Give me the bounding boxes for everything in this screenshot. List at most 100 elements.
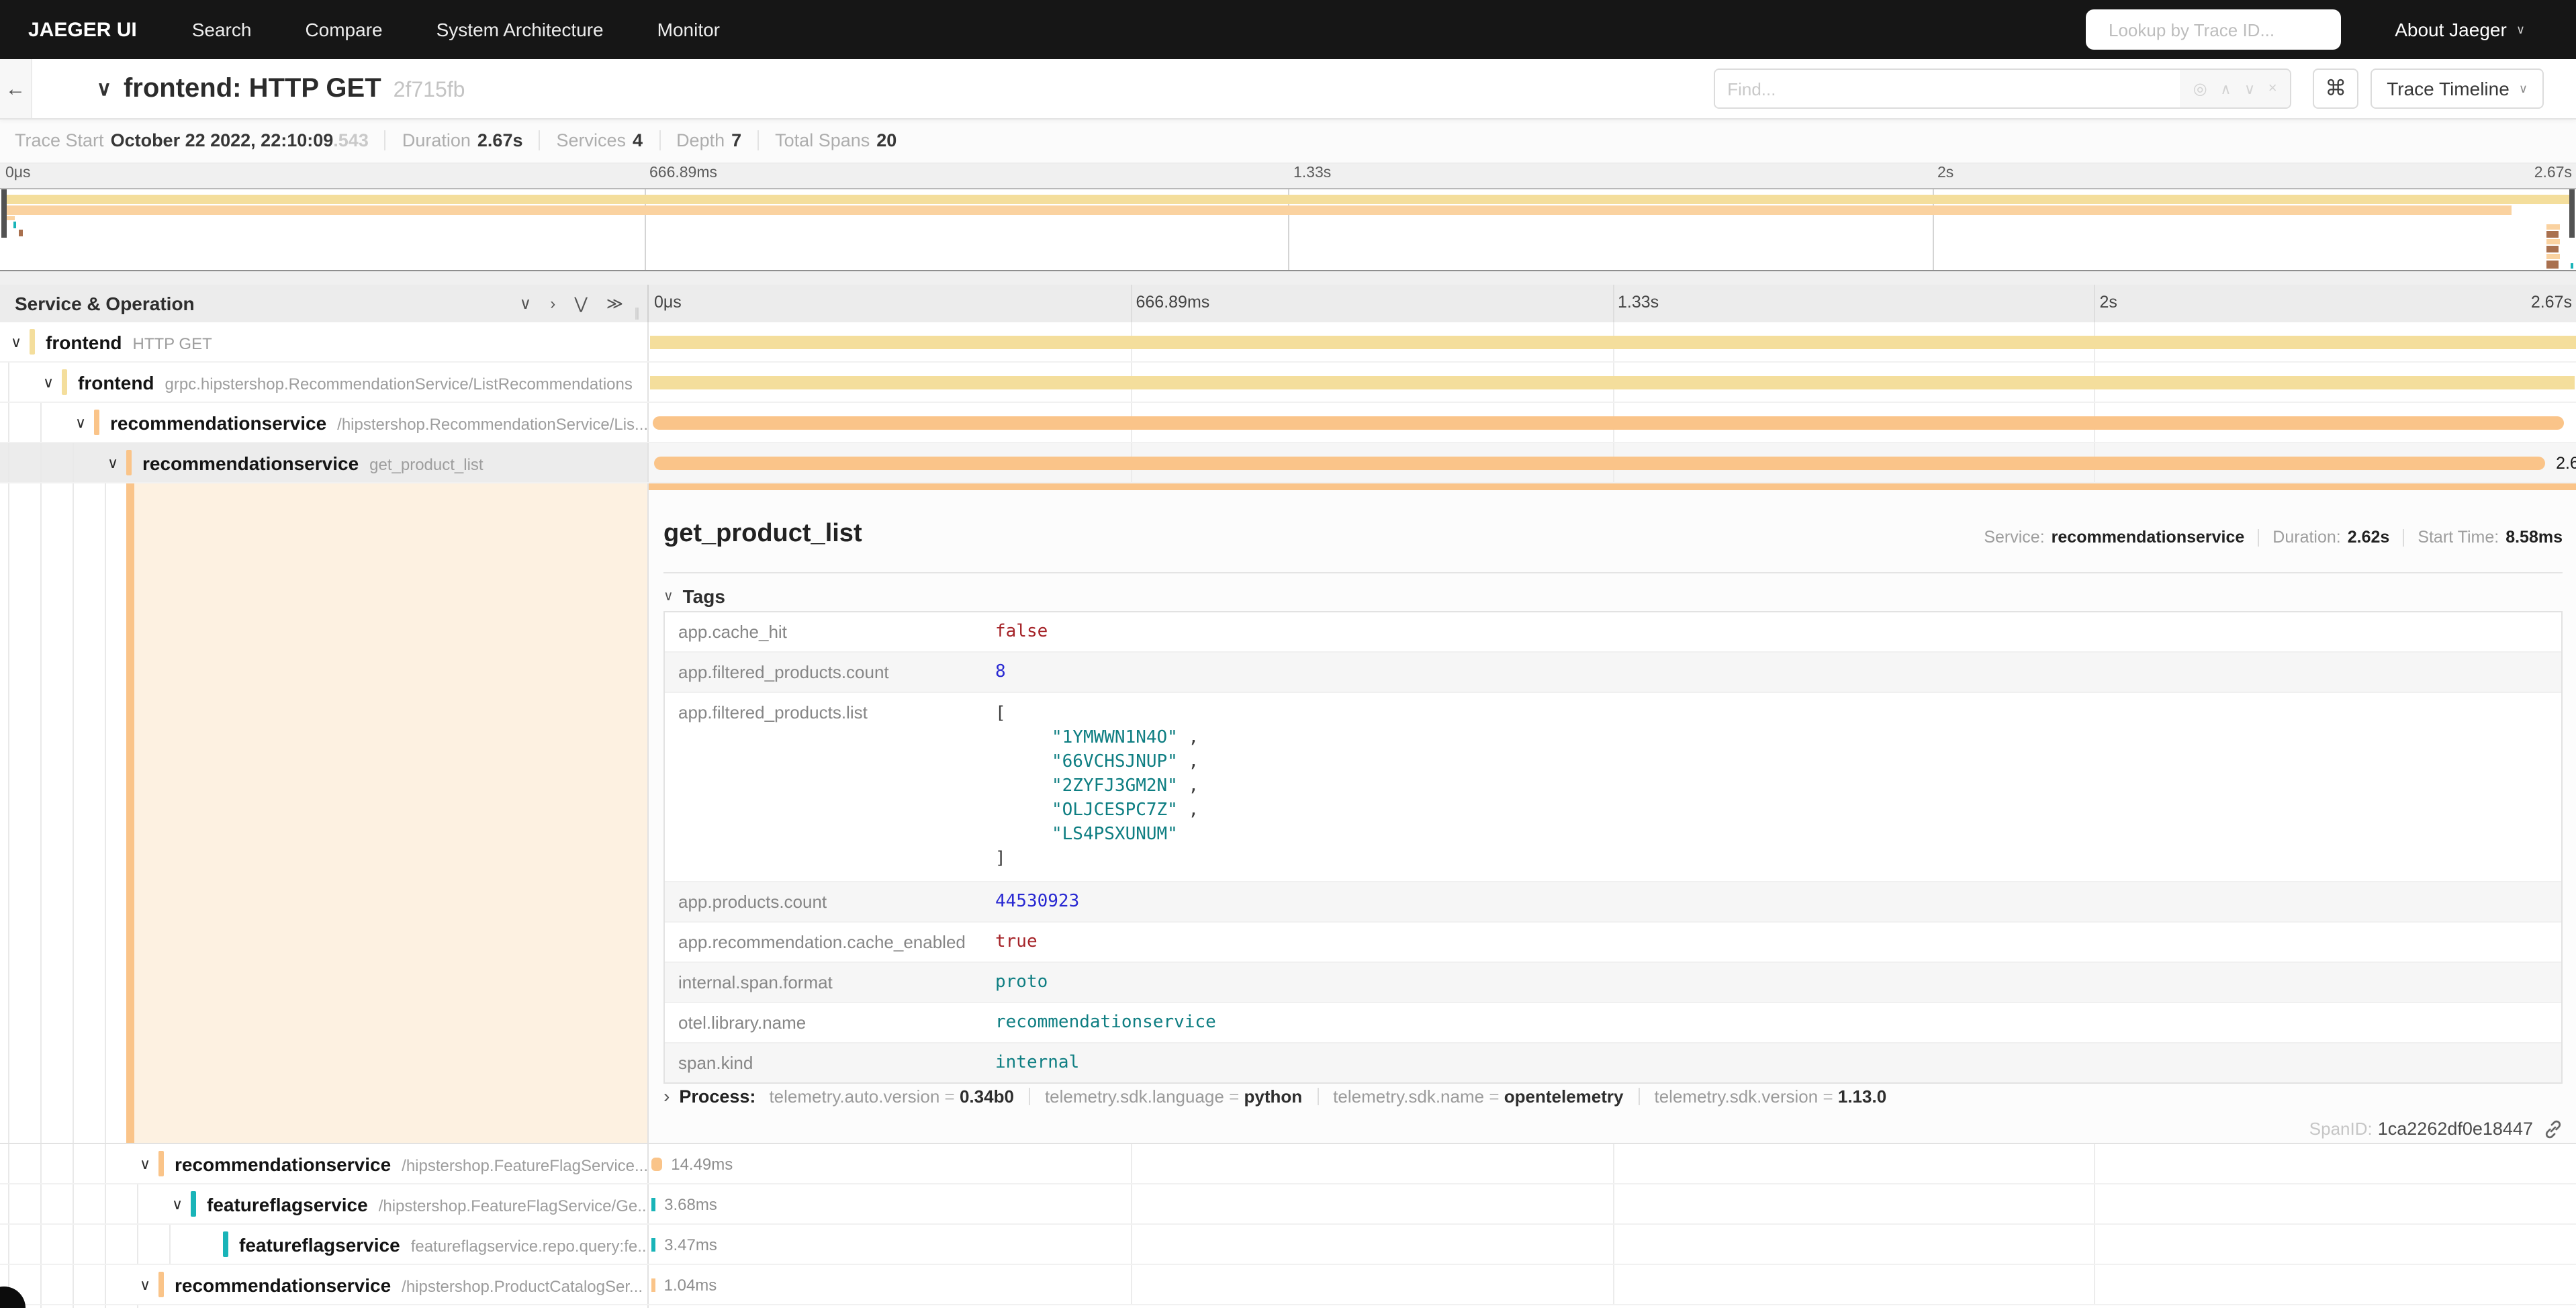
span-row[interactable]: ∨featureflagservice/hipstershop.FeatureF… (0, 1184, 2576, 1225)
about-jaeger-menu[interactable]: About Jaeger ∨ (2395, 0, 2525, 59)
span-name-cell[interactable]: ∨recommendationserviceget_product_list (0, 443, 649, 482)
find-buttons: ◎ ∧ ∨ × (2180, 70, 2290, 107)
nav-item-search[interactable]: Search (165, 19, 279, 40)
locate-icon[interactable]: ◎ (2193, 79, 2207, 98)
keyboard-shortcuts-button[interactable]: ⌘ (2313, 68, 2358, 109)
span-timeline-cell[interactable]: 14.49ms (649, 1144, 2576, 1183)
span-row[interactable]: ∨frontendgrpc.hipstershop.Recommendation… (0, 363, 2576, 403)
trace-id-search[interactable] (2086, 9, 2341, 50)
span-name-cell[interactable]: ∨recommendationservice/hipstershop.Recom… (0, 403, 649, 442)
collapse-chevron-icon[interactable]: ∨ (140, 1276, 150, 1293)
span-row[interactable]: ∨frontendHTTP GET (0, 322, 2576, 363)
tags-section-toggle[interactable]: ∨ Tags (663, 586, 725, 607)
minimap-canvas[interactable] (0, 188, 2576, 271)
span-row[interactable]: ∨recommendationservice/hipstershop.Featu… (0, 1144, 2576, 1184)
tag-row[interactable]: app.cache_hitfalse (665, 612, 2561, 653)
process-section-toggle[interactable]: › Process: telemetry.auto.version = 0.34… (663, 1085, 1886, 1107)
deep-link-icon[interactable] (2544, 1119, 2563, 1138)
span-name-cell[interactable]: ∨recommendationservice/hipstershop.Produ… (0, 1265, 649, 1304)
collapse-chevron-icon[interactable]: ∨ (172, 1195, 183, 1213)
span-row[interactable]: ∨recommendationservice/hipstershop.Produ… (0, 1265, 2576, 1305)
expand-one-icon[interactable]: › (550, 294, 555, 313)
span-duration-bar[interactable] (655, 456, 2545, 469)
span-name-cell[interactable]: ∨frontendHTTP GET (0, 322, 649, 361)
span-row[interactable]: ∨recommendationserviceget_product_list2.… (0, 443, 2576, 483)
next-result-icon[interactable]: ∨ (2244, 80, 2255, 97)
span-operation-name: grpc.hipstershop.RecommendationService/L… (165, 374, 633, 393)
span-operation-name: /hipstershop.RecommendationService/Lis..… (337, 414, 648, 433)
column-resize-handle[interactable]: ∥ (634, 306, 640, 321)
indent-guide (73, 1144, 74, 1183)
tag-row[interactable]: app.products.count44530923 (665, 882, 2561, 923)
indent-guide (8, 443, 9, 482)
collapse-chevron-icon[interactable]: ∨ (75, 414, 86, 431)
tag-row[interactable]: app.filtered_products.count8 (665, 653, 2561, 693)
span-timeline-cell[interactable]: 2.62s (649, 443, 2576, 482)
back-button[interactable]: ← (0, 59, 32, 118)
separator (1029, 1087, 1030, 1105)
trace-collapse-chevron-icon[interactable]: ∨ (97, 77, 111, 101)
span-timeline-cell[interactable] (649, 322, 2576, 361)
find-input[interactable] (1715, 70, 2180, 107)
trace-id-search-input[interactable] (2106, 18, 2348, 41)
span-name-cell[interactable]: featureflagservicefeatureflagservice.rep… (0, 1225, 649, 1264)
span-duration-bar[interactable] (651, 1237, 655, 1251)
span-duration-bar[interactable] (653, 416, 2565, 429)
span-timeline-cell[interactable]: 3.47ms (649, 1225, 2576, 1264)
tag-row[interactable]: internal.span.formatproto (665, 963, 2561, 1003)
minimap-span-mark (2546, 239, 2559, 244)
close-bracket: ] (995, 847, 2561, 872)
minimap-left-drag-handle[interactable] (1, 189, 7, 238)
tag-row[interactable]: span.kindinternal (665, 1043, 2561, 1082)
gridline (1131, 1184, 1132, 1223)
span-duration-bar[interactable] (651, 1197, 655, 1211)
indent-guide (105, 483, 106, 1143)
string-value: "1YMWWN1N4O" (1052, 728, 1178, 748)
minimap-span-mark (2546, 224, 2559, 230)
app-logo[interactable]: JAEGER UI (0, 18, 165, 41)
minimap-right-drag-handle[interactable] (2569, 189, 2575, 238)
indent-guide (105, 1305, 106, 1308)
span-timeline-cell[interactable] (649, 363, 2576, 402)
span-row[interactable]: ∨recommendationservice/hipstershop.Recom… (0, 403, 2576, 443)
nav-item-monitor[interactable]: Monitor (631, 19, 747, 40)
process-tag: telemetry.sdk.language = python (1045, 1086, 1302, 1106)
collapse-chevron-icon[interactable]: ∨ (140, 1155, 150, 1172)
span-duration-bar[interactable] (651, 1278, 655, 1291)
span-timeline-cell[interactable] (649, 403, 2576, 442)
collapse-chevron-icon[interactable]: ∨ (11, 333, 21, 351)
collapse-all-icon[interactable]: ⋁ (574, 294, 588, 313)
list-item: "LS4PSXUNUM" (995, 823, 2561, 847)
span-row[interactable]: featureflagservicefeatureflagservice.rep… (0, 1225, 2576, 1265)
trace-view-selector[interactable]: Trace Timeline ∨ (2371, 68, 2544, 109)
span-operation-name: /hipstershop.ProductCatalogSer... (402, 1276, 643, 1295)
indent-guide (105, 1144, 106, 1183)
span-duration-bar[interactable] (650, 335, 2575, 348)
collapse-one-icon[interactable]: ∨ (520, 294, 532, 313)
tag-key: span.kind (665, 1043, 995, 1082)
span-name-cell[interactable]: ∨featureflagservice/hipstershop.FeatureF… (0, 1184, 649, 1223)
expand-all-icon[interactable]: ≫ (606, 294, 623, 313)
span-name-cell[interactable]: ∨frontendgrpc.hipstershop.Recommendation… (0, 363, 649, 402)
trace-summary-bar: Trace Start October 22 2022, 22:10:09 .5… (0, 118, 2576, 164)
clear-find-icon[interactable]: × (2268, 81, 2277, 97)
prev-result-icon[interactable]: ∧ (2220, 80, 2231, 97)
collapse-chevron-icon[interactable]: ∨ (107, 454, 118, 471)
indent-guide (40, 1265, 42, 1304)
indent-guide (40, 443, 42, 482)
span-duration-bar[interactable] (651, 1157, 661, 1170)
span-timeline-cell[interactable]: 3.68ms (649, 1184, 2576, 1223)
span-timeline-cell[interactable]: 1.04ms (649, 1265, 2576, 1304)
tag-row[interactable]: otel.library.namerecommendationservice (665, 1003, 2561, 1043)
nav-item-system-architecture[interactable]: System Architecture (410, 19, 631, 40)
collapse-chevron-icon[interactable]: ∨ (43, 373, 54, 391)
span-duration-bar[interactable] (650, 375, 2575, 389)
span-name-cell[interactable]: ∨recommendationservice/hipstershop.Featu… (0, 1144, 649, 1183)
timeline-tick: 1.33s (1618, 293, 1659, 312)
tag-row[interactable]: app.recommendation.cache_enabledtrue (665, 923, 2561, 963)
nav-item-compare[interactable]: Compare (278, 19, 409, 40)
service-label: Service: (1984, 528, 2044, 547)
indent-guide (169, 1225, 171, 1264)
service-color-bar (158, 1151, 164, 1176)
tag-row[interactable]: app.filtered_products.list["1YMWWN1N4O" … (665, 693, 2561, 882)
